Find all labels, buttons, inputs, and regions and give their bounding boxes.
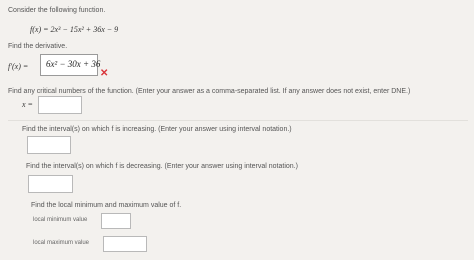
critical-numbers-input[interactable] (38, 96, 82, 114)
local-extrema-prompt: Find the local minimum and maximum value… (31, 202, 182, 209)
intro-text: Consider the following function. (8, 7, 106, 14)
critical-label: x = (22, 100, 33, 109)
critical-numbers-prompt: Find any critical numbers of the functio… (8, 88, 411, 95)
local-minimum-label: local minimum value (33, 217, 88, 223)
derivative-prompt: Find the derivative. (8, 43, 68, 50)
local-maximum-input[interactable] (103, 236, 147, 252)
derivative-answer-field[interactable]: 6x² − 30x + 36 (40, 54, 100, 76)
decreasing-interval-input[interactable] (28, 175, 73, 193)
local-minimum-input[interactable] (101, 213, 131, 229)
derivative-label: f′(x) = (8, 62, 29, 71)
incorrect-x-icon: ✕ (100, 68, 109, 79)
increasing-prompt: Find the interval(s) on which f is incre… (22, 126, 292, 133)
decreasing-prompt: Find the interval(s) on which f is decre… (26, 163, 298, 170)
question-panel: Consider the following function. f(x) = … (0, 0, 474, 260)
local-maximum-label: local maximum value (33, 240, 90, 246)
increasing-interval-input[interactable] (27, 136, 71, 154)
divider (8, 120, 468, 121)
function-expression: f(x) = 2x³ − 15x² + 36x − 9 (30, 25, 119, 34)
